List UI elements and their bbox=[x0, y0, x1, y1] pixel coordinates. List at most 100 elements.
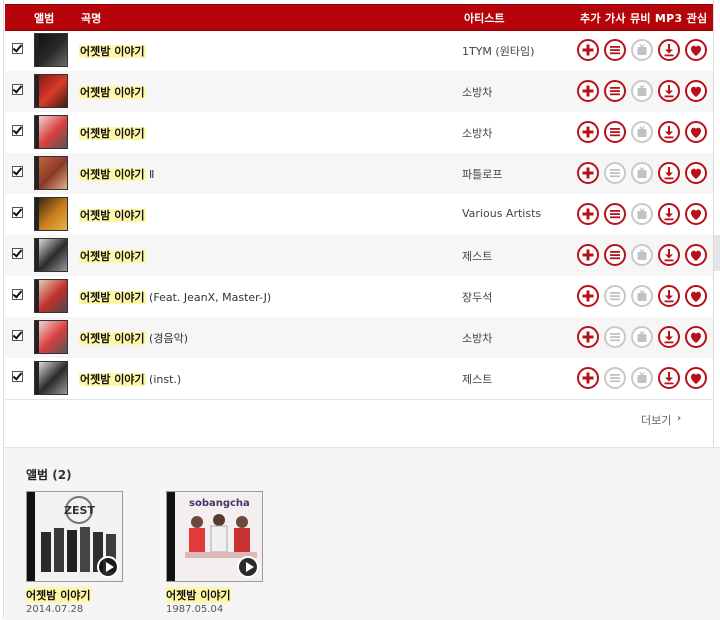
download-icon[interactable] bbox=[658, 162, 680, 184]
track-title[interactable]: 어젯밤 이야기 (Feat. JeanX, Master-J) bbox=[79, 289, 271, 305]
album-thumbnail[interactable] bbox=[34, 320, 68, 354]
track-title-suffix[interactable]: (Feat. JeanX, Master-J) bbox=[146, 291, 271, 304]
heart-icon[interactable] bbox=[685, 80, 707, 102]
album-cover[interactable]: ZEST bbox=[26, 491, 123, 582]
track-checkbox[interactable] bbox=[12, 248, 23, 259]
heart-icon[interactable] bbox=[685, 244, 707, 266]
download-icon[interactable] bbox=[658, 285, 680, 307]
track-artist[interactable]: 1TYM (원타임) bbox=[462, 43, 534, 59]
track-row[interactable]: 어젯밤 이야기 Ⅱ 파틀로프 bbox=[5, 153, 713, 194]
track-title-highlight[interactable]: 어젯밤 이야기 bbox=[79, 209, 146, 222]
track-checkbox[interactable] bbox=[12, 84, 23, 95]
heart-icon[interactable] bbox=[685, 203, 707, 225]
album-card[interactable]: sobangcha 어젯밤 이야기 1987.05.04 bbox=[166, 491, 266, 615]
heart-icon[interactable] bbox=[685, 121, 707, 143]
track-title-highlight[interactable]: 어젯밤 이야기 bbox=[79, 250, 146, 263]
album-thumbnail[interactable] bbox=[34, 197, 68, 231]
download-icon[interactable] bbox=[658, 121, 680, 143]
track-title[interactable]: 어젯밤 이야기 bbox=[79, 207, 146, 223]
add-icon[interactable] bbox=[577, 121, 599, 143]
track-row[interactable]: 어젯밤 이야기 (Feat. JeanX, Master-J) 장두석 bbox=[5, 276, 713, 317]
track-title-suffix[interactable]: (경음악) bbox=[146, 332, 188, 345]
track-title[interactable]: 어젯밤 이야기 Ⅱ bbox=[79, 166, 154, 182]
album-thumbnail[interactable] bbox=[34, 156, 68, 190]
track-row[interactable]: 어젯밤 이야기 제스트 bbox=[5, 235, 713, 276]
track-title[interactable]: 어젯밤 이야기 bbox=[79, 125, 146, 141]
add-icon[interactable] bbox=[577, 244, 599, 266]
download-icon[interactable] bbox=[658, 326, 680, 348]
heart-icon[interactable] bbox=[685, 162, 707, 184]
track-title-highlight[interactable]: 어젯밤 이야기 bbox=[79, 291, 146, 304]
track-title[interactable]: 어젯밤 이야기 bbox=[79, 43, 146, 59]
lyrics-icon[interactable] bbox=[604, 39, 626, 61]
track-row[interactable]: 어젯밤 이야기 소방차 bbox=[5, 71, 713, 112]
track-row[interactable]: 어젯밤 이야기 (경음악) 소방차 bbox=[5, 317, 713, 358]
track-title[interactable]: 어젯밤 이야기 (경음악) bbox=[79, 330, 188, 346]
more-link[interactable]: 더보기 bbox=[641, 412, 671, 428]
track-title-highlight[interactable]: 어젯밤 이야기 bbox=[79, 168, 146, 181]
track-checkbox[interactable] bbox=[12, 330, 23, 341]
play-icon[interactable] bbox=[237, 556, 259, 578]
download-icon[interactable] bbox=[658, 39, 680, 61]
add-icon[interactable] bbox=[577, 367, 599, 389]
track-row[interactable]: 어젯밤 이야기 Various Artists bbox=[5, 194, 713, 235]
track-title-highlight[interactable]: 어젯밤 이야기 bbox=[79, 332, 146, 345]
track-artist[interactable]: 소방차 bbox=[462, 330, 492, 346]
album-name[interactable]: 어젯밤 이야기 bbox=[166, 587, 231, 603]
track-row[interactable]: 어젯밤 이야기 1TYM (원타임) bbox=[5, 30, 713, 71]
album-cover[interactable]: sobangcha bbox=[166, 491, 263, 582]
download-icon[interactable] bbox=[658, 80, 680, 102]
album-thumbnail[interactable] bbox=[34, 238, 68, 272]
album-thumbnail[interactable] bbox=[34, 74, 68, 108]
album-thumbnail[interactable] bbox=[34, 33, 68, 67]
lyrics-icon[interactable] bbox=[604, 80, 626, 102]
add-icon[interactable] bbox=[577, 162, 599, 184]
track-row[interactable]: 어젯밤 이야기 (inst.) 제스트 bbox=[5, 358, 713, 400]
add-icon[interactable] bbox=[577, 203, 599, 225]
download-icon[interactable] bbox=[658, 203, 680, 225]
track-title-highlight[interactable]: 어젯밤 이야기 bbox=[79, 45, 146, 58]
track-checkbox[interactable] bbox=[12, 43, 23, 54]
play-icon[interactable] bbox=[97, 556, 119, 578]
lyrics-icon[interactable] bbox=[604, 203, 626, 225]
track-artist[interactable]: 소방차 bbox=[462, 84, 492, 100]
track-checkbox[interactable] bbox=[12, 166, 23, 177]
album-card[interactable]: ZEST 어젯밤 이야기 2014.07.28 bbox=[26, 491, 126, 615]
track-artist[interactable]: 파틀로프 bbox=[462, 166, 502, 182]
track-title[interactable]: 어젯밤 이야기 bbox=[79, 248, 146, 264]
track-artist[interactable]: Various Artists bbox=[462, 207, 541, 220]
track-artist[interactable]: 제스트 bbox=[462, 371, 492, 387]
track-title[interactable]: 어젯밤 이야기 bbox=[79, 84, 146, 100]
track-checkbox[interactable] bbox=[12, 289, 23, 300]
track-checkbox[interactable] bbox=[12, 207, 23, 218]
heart-icon[interactable] bbox=[685, 285, 707, 307]
track-artist[interactable]: 제스트 bbox=[462, 248, 492, 264]
album-name[interactable]: 어젯밤 이야기 bbox=[26, 587, 91, 603]
add-icon[interactable] bbox=[577, 80, 599, 102]
heart-icon[interactable] bbox=[685, 326, 707, 348]
album-thumbnail[interactable] bbox=[34, 361, 68, 395]
track-title-highlight[interactable]: 어젯밤 이야기 bbox=[79, 86, 146, 99]
track-title-highlight[interactable]: 어젯밤 이야기 bbox=[79, 127, 146, 140]
add-icon[interactable] bbox=[577, 326, 599, 348]
download-icon[interactable] bbox=[658, 367, 680, 389]
lyrics-icon[interactable] bbox=[604, 244, 626, 266]
track-artist[interactable]: 장두석 bbox=[462, 289, 492, 305]
add-icon[interactable] bbox=[577, 285, 599, 307]
track-checkbox[interactable] bbox=[12, 371, 23, 382]
album-thumbnail[interactable] bbox=[34, 115, 68, 149]
chevron-right-icon[interactable]: › bbox=[677, 413, 681, 424]
add-icon[interactable] bbox=[577, 39, 599, 61]
track-artist[interactable]: 소방차 bbox=[462, 125, 492, 141]
track-row[interactable]: 어젯밤 이야기 소방차 bbox=[5, 112, 713, 153]
track-checkbox[interactable] bbox=[12, 125, 23, 136]
heart-icon[interactable] bbox=[685, 367, 707, 389]
track-title-highlight[interactable]: 어젯밤 이야기 bbox=[79, 373, 146, 386]
lyrics-icon[interactable] bbox=[604, 121, 626, 143]
track-title[interactable]: 어젯밤 이야기 (inst.) bbox=[79, 371, 181, 387]
album-thumbnail[interactable] bbox=[34, 279, 68, 313]
heart-icon[interactable] bbox=[685, 39, 707, 61]
scroll-tab[interactable] bbox=[714, 235, 720, 271]
track-title-suffix[interactable]: (inst.) bbox=[146, 373, 181, 386]
download-icon[interactable] bbox=[658, 244, 680, 266]
